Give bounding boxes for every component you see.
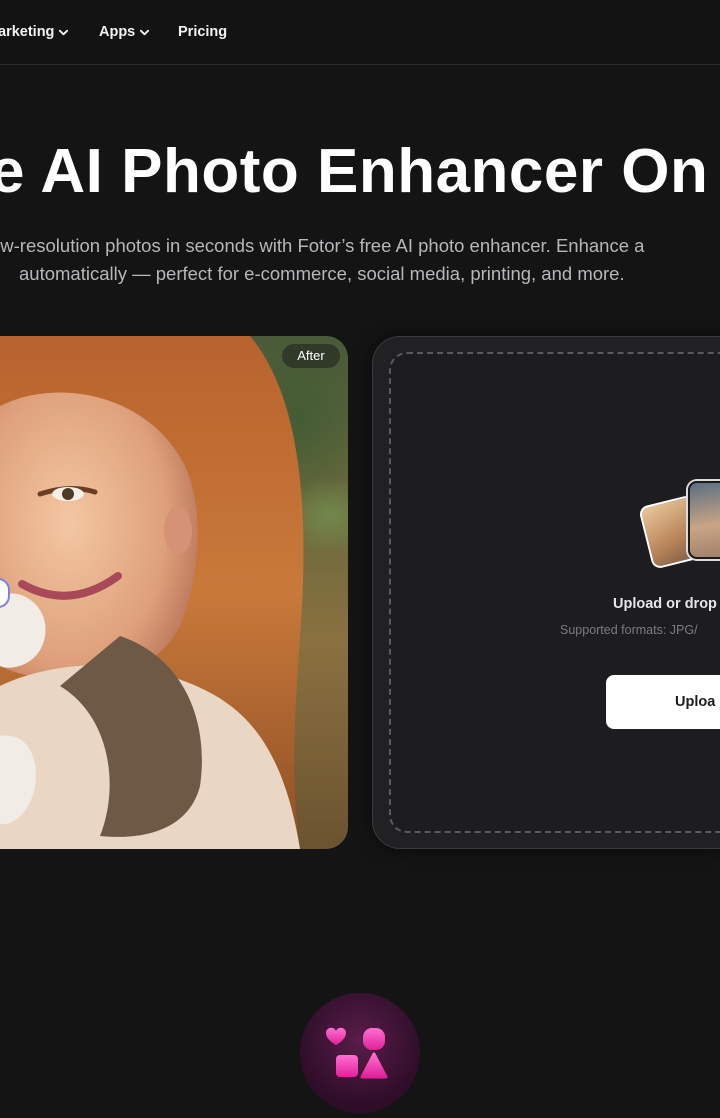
page-title: e AI Photo Enhancer On — [0, 137, 709, 206]
hero-subtitle-line-1: ow-resolution photos in seconds with Fot… — [0, 235, 645, 256]
after-badge: After — [282, 344, 340, 368]
portrait-illustration — [0, 336, 304, 849]
nav-item-pricing[interactable]: Pricing — [178, 22, 227, 42]
feature-icon-badge — [300, 993, 420, 1113]
upload-dropzone[interactable] — [389, 352, 720, 833]
supported-formats-text: Supported formats: JPG/ — [560, 623, 698, 637]
chevron-down-icon — [59, 29, 69, 35]
nav-item-label: arketing — [0, 24, 55, 40]
nav-item-apps[interactable]: Apps — [99, 22, 150, 42]
upload-title: Upload or drop — [613, 596, 717, 612]
nav-item-label: Apps — [99, 24, 136, 40]
top-nav: arketing Apps Pricing — [0, 0, 720, 65]
comparison-photo[interactable] — [0, 336, 348, 849]
sample-photo-thumbnail — [688, 481, 720, 559]
chevron-down-icon — [140, 29, 150, 35]
nav-item-label: Pricing — [178, 24, 228, 40]
nav-item-marketing[interactable]: arketing — [0, 22, 69, 42]
apps-shapes-icon — [326, 1027, 388, 1079]
hero-subtitle: ow-resolution photos in seconds with Fot… — [0, 232, 720, 288]
hero-subtitle-line-2: automatically — perfect for e-commerce, … — [19, 263, 625, 284]
upload-button[interactable]: Uploa — [606, 675, 720, 729]
